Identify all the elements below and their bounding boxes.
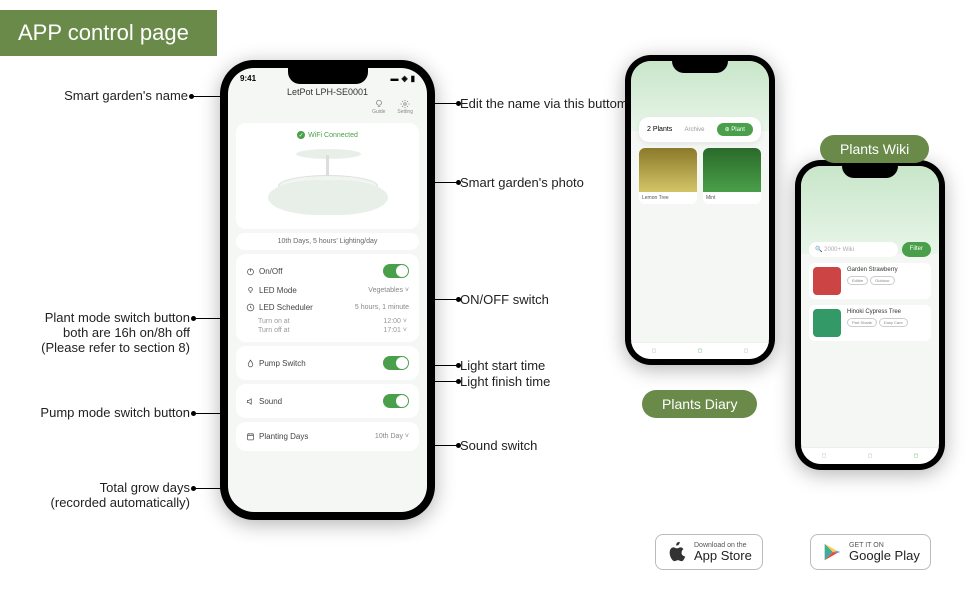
turn-on-label: Turn on at xyxy=(258,318,290,325)
nav-item[interactable]: ▢ xyxy=(698,348,703,354)
plant-card[interactable]: Lemon Tree xyxy=(639,148,697,204)
annotation-sound: Sound switch xyxy=(460,438,537,453)
plant-card[interactable]: Mint xyxy=(703,148,761,204)
apple-icon xyxy=(666,541,688,563)
gear-icon xyxy=(400,99,410,109)
onoff-toggle[interactable] xyxy=(383,264,409,278)
signal-icon: ▬ xyxy=(390,74,398,83)
wiki-thumb xyxy=(813,309,841,337)
plant-button[interactable]: ⊕ Plant xyxy=(717,123,753,136)
turn-off-time[interactable]: 17:01 ˅ xyxy=(383,327,407,334)
annotation-plant-mode: Plant mode switch button both are 16h on… xyxy=(10,310,190,355)
wiki-badge: Plants Wiki xyxy=(820,135,929,163)
turn-on-time[interactable]: 12:00 ˅ xyxy=(383,318,407,325)
wiki-filter-button[interactable]: Filter xyxy=(902,242,931,257)
main-phone-mockup: 9:41 ▬◈▮ LetPot LPH-SE0001 Guide Setting… xyxy=(220,60,435,520)
archive-link[interactable]: Archive xyxy=(684,127,704,133)
scheduler-label: LED Scheduler xyxy=(246,303,313,312)
sound-icon xyxy=(246,397,255,406)
wiki-item[interactable]: Garden Strawberry EdibleOutdoor xyxy=(809,263,931,299)
bulb-icon xyxy=(374,99,384,109)
bulb-icon xyxy=(246,286,255,295)
wiki-phone-mockup: 🔍 2000+ Wiki Filter Garden Strawberry Ed… xyxy=(795,160,945,470)
garden-photo-card: ✓ WiFi Connected xyxy=(236,123,419,229)
water-icon xyxy=(246,359,255,368)
wiki-illustration xyxy=(801,166,939,254)
nav-item[interactable]: ▢ xyxy=(868,453,873,459)
wifi-dot-icon: ✓ xyxy=(297,131,305,139)
nav-item[interactable]: ▢ xyxy=(652,348,657,354)
sound-toggle[interactable] xyxy=(383,394,409,408)
phone-notch xyxy=(288,68,368,84)
google-play-icon xyxy=(821,541,843,563)
annotation-onoff: ON/OFF switch xyxy=(460,292,549,307)
wiki-thumb xyxy=(813,267,841,295)
clock-icon xyxy=(246,303,255,312)
garden-image xyxy=(268,145,388,215)
led-mode-label: LED Mode xyxy=(246,286,297,295)
calendar-icon xyxy=(246,432,255,441)
google-play-badge[interactable]: GET IT ONGoogle Play xyxy=(810,534,931,570)
wiki-item[interactable]: Hinoki Cypress Tree Part ShadeEasy Care xyxy=(809,305,931,341)
plant-thumb xyxy=(703,148,761,192)
wifi-status: ✓ WiFi Connected xyxy=(244,131,411,139)
wiki-search-input[interactable]: 🔍 2000+ Wiki xyxy=(809,242,898,257)
sound-label: Sound xyxy=(246,397,282,406)
guide-button[interactable]: Guide xyxy=(372,99,385,115)
scheduler-value: 5 hours, 1 minute xyxy=(355,304,409,311)
nav-item[interactable]: ▢ xyxy=(914,453,919,459)
annotation-light-finish: Light finish time xyxy=(460,374,550,389)
led-mode-dropdown[interactable]: Vegetables ˅ xyxy=(368,287,409,294)
plant-count: 2 Plants xyxy=(647,126,672,133)
settings-button[interactable]: Setting xyxy=(397,99,413,115)
annotation-total-days: Total grow days (recorded automatically) xyxy=(40,480,190,510)
annotation-edit-name: Edit the name via this buttom xyxy=(460,96,628,111)
pump-toggle[interactable] xyxy=(383,356,409,370)
pump-label: Pump Switch xyxy=(246,359,306,368)
wifi-icon: ◈ xyxy=(401,74,407,83)
planting-days-label: Planting Days xyxy=(246,432,308,441)
app-store-badge[interactable]: Download on theApp Store xyxy=(655,534,763,570)
annotation-garden-name: Smart garden's name xyxy=(28,88,188,103)
planting-days-value[interactable]: 10th Day ˅ xyxy=(375,433,409,440)
turn-off-label: Turn off at xyxy=(258,327,290,334)
onoff-label: On/Off xyxy=(246,267,282,276)
bottom-nav: ▢ ▢ ▢ xyxy=(801,447,939,464)
battery-icon: ▮ xyxy=(411,74,415,83)
annotation-pump-mode: Pump mode switch button xyxy=(20,405,190,420)
plant-thumb xyxy=(639,148,697,192)
annotation-garden-photo: Smart garden's photo xyxy=(460,175,584,190)
device-name: LetPot LPH-SE0001 xyxy=(228,87,427,97)
page-title-badge: APP control page xyxy=(0,10,217,56)
diary-phone-mockup: 2 Plants Archive ⊕ Plant Lemon Tree Mint… xyxy=(625,55,775,365)
diary-badge: Plants Diary xyxy=(642,390,757,418)
summary-bar: 10th Days, 5 hours' Lighting/day xyxy=(236,233,419,250)
power-icon xyxy=(246,267,255,276)
annotation-light-start: Light start time xyxy=(460,358,545,373)
nav-item[interactable]: ▢ xyxy=(744,348,749,354)
nav-item[interactable]: ▢ xyxy=(822,453,827,459)
bottom-nav: ▢ ▢ ▢ xyxy=(631,342,769,359)
